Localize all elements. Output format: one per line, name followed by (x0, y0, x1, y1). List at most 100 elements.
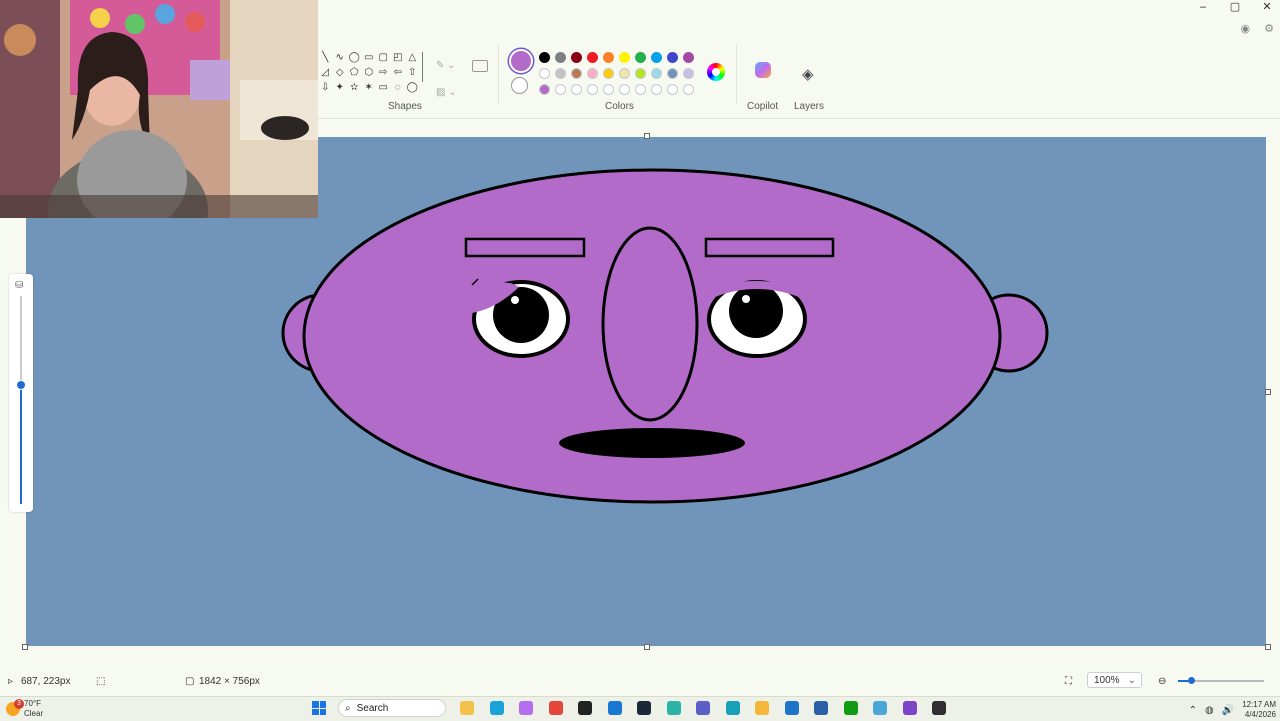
color-swatch[interactable] (603, 84, 614, 95)
shape-option-5[interactable]: ◰ (391, 50, 406, 65)
color-swatch[interactable] (587, 68, 598, 79)
color-swatch[interactable] (619, 52, 630, 63)
epic-app-icon[interactable] (578, 701, 592, 715)
zoom-level-dropdown[interactable]: 100% ⌄ (1087, 672, 1142, 688)
shape-option-13[interactable]: ⇧ (405, 65, 420, 80)
copilot-button-label[interactable]: Copilot (747, 101, 778, 112)
color-swatch[interactable] (555, 52, 566, 63)
color-swatch[interactable] (651, 68, 662, 79)
app-icon-8[interactable] (666, 701, 681, 715)
shape-option-3[interactable]: ▭ (362, 50, 377, 65)
color-swatch[interactable] (635, 52, 646, 63)
files-app-icon[interactable] (755, 701, 769, 715)
shape-option-0[interactable]: ╲ (318, 50, 333, 65)
color-swatch[interactable] (555, 84, 566, 95)
taskbar-search[interactable]: ⌕ Search (338, 699, 446, 717)
canvas-resize-handle-corner[interactable] (1265, 644, 1271, 650)
shape-option-6[interactable]: △ (405, 50, 420, 65)
clock[interactable]: 12:17 AM 4/4/2026 (1242, 700, 1276, 720)
canvas-resize-handle-bottom-left[interactable] (22, 644, 28, 650)
shape-option-7[interactable]: ◿ (318, 65, 333, 80)
shape-option-15[interactable]: ✦ (333, 80, 348, 95)
zoom-slider[interactable] (1178, 677, 1264, 684)
app-icon-10[interactable] (725, 701, 740, 715)
shape-more-icon[interactable] (472, 60, 488, 72)
visual-studio-app-icon[interactable] (902, 701, 917, 715)
shape-option-12[interactable]: ⇦ (391, 65, 406, 80)
store-app-icon[interactable] (814, 701, 828, 715)
color-swatch[interactable] (587, 84, 598, 95)
color-swatch[interactable] (667, 68, 678, 79)
start-button[interactable] (312, 701, 326, 715)
weather-widget[interactable]: 3 70°F Clear (6, 699, 43, 719)
network-icon[interactable]: ◍ (1205, 705, 1214, 716)
color-swatch[interactable] (603, 52, 614, 63)
close-button[interactable]: ✕ (1260, 0, 1274, 14)
canvas-resize-handle-right[interactable] (1265, 389, 1271, 395)
color-swatch[interactable] (683, 68, 694, 79)
volume-icon[interactable]: 🔊 (1222, 705, 1234, 716)
account-icon[interactable]: ◉ (1241, 22, 1251, 35)
teams-app-icon[interactable] (696, 701, 710, 715)
color-swatch[interactable] (539, 68, 550, 79)
paint-app-icon[interactable] (873, 701, 887, 715)
zoom-out-icon[interactable]: ⊖ (1158, 676, 1166, 687)
color-swatch[interactable] (571, 84, 582, 95)
chrome-app-icon[interactable] (548, 701, 563, 715)
color-swatch[interactable] (539, 52, 550, 63)
color-swatch[interactable] (555, 68, 566, 79)
layers-button-label[interactable]: Layers (794, 101, 824, 112)
vertical-zoom-slider[interactable]: ⛁ (9, 274, 33, 512)
shape-option-8[interactable]: ◇ (333, 65, 348, 80)
layers-icon[interactable]: ◈ (802, 65, 814, 83)
primary-color-swatch[interactable] (509, 49, 533, 73)
color-swatch[interactable] (603, 68, 614, 79)
maximize-button[interactable]: ▢ (1228, 0, 1242, 14)
color-swatch[interactable] (635, 68, 646, 79)
color-swatch[interactable] (651, 84, 662, 95)
settings-icon[interactable]: ⚙ (1264, 22, 1274, 35)
file-explorer-app-icon[interactable] (460, 701, 474, 715)
color-swatch[interactable] (683, 84, 694, 95)
minimize-button[interactable]: – (1196, 0, 1210, 14)
copilot-app-icon[interactable] (519, 701, 533, 715)
steam-app-icon[interactable] (637, 701, 651, 715)
secondary-color-swatch[interactable] (511, 77, 528, 94)
edge-app-icon[interactable] (489, 701, 504, 715)
color-swatch[interactable] (587, 52, 598, 63)
shape-option-11[interactable]: ⇨ (376, 65, 391, 80)
color-swatch[interactable] (539, 84, 550, 95)
shape-outline-icon[interactable]: ✎ ⌄ (436, 52, 457, 79)
shapes-gallery[interactable]: ╲ ∿ ◯ ▭ ▢ ◰ △ ◿ ◇ ⬠ ⬡ ⇨ ⇦ ⇧ ⇩ ✦ ✫ ✶ ▭ ◌ ◯ (318, 50, 420, 95)
color-swatch[interactable] (571, 52, 582, 63)
zoom-slider-thumb[interactable] (16, 380, 26, 390)
shape-option-2[interactable]: ◯ (347, 50, 362, 65)
tray-overflow-icon[interactable]: ⌃ (1189, 705, 1197, 716)
color-swatch[interactable] (651, 52, 662, 63)
color-swatch[interactable] (571, 68, 582, 79)
color-swatch[interactable] (683, 52, 694, 63)
edit-colors-icon[interactable] (707, 63, 725, 81)
shape-option-10[interactable]: ⬡ (362, 65, 377, 80)
shapes-gallery-scroll[interactable] (422, 52, 423, 82)
shape-fill-icon[interactable]: ▨ ⌄ (436, 79, 457, 106)
azure-app-icon[interactable] (607, 701, 622, 715)
shape-option-16[interactable]: ✫ (347, 80, 362, 95)
canvas-resize-handle-bottom[interactable] (644, 644, 650, 650)
shape-option-4[interactable]: ▢ (376, 50, 391, 65)
shape-option-1[interactable]: ∿ (333, 50, 348, 65)
color-swatch[interactable] (667, 52, 678, 63)
shape-option-14[interactable]: ⇩ (318, 80, 333, 95)
color-swatch[interactable] (619, 84, 630, 95)
obs-app-icon[interactable] (932, 701, 946, 715)
zoom-slider-thumb[interactable] (1188, 677, 1195, 684)
mail-app-icon[interactable] (784, 701, 799, 715)
xbox-app-icon[interactable] (843, 701, 858, 715)
shape-option-19[interactable]: ◌ (391, 80, 406, 95)
color-swatch[interactable] (667, 84, 678, 95)
color-swatch[interactable] (619, 68, 630, 79)
color-swatch[interactable] (635, 84, 646, 95)
shape-option-17[interactable]: ✶ (362, 80, 377, 95)
copilot-icon[interactable] (755, 62, 771, 78)
fit-to-window-icon[interactable]: ⛶ (1065, 676, 1072, 687)
